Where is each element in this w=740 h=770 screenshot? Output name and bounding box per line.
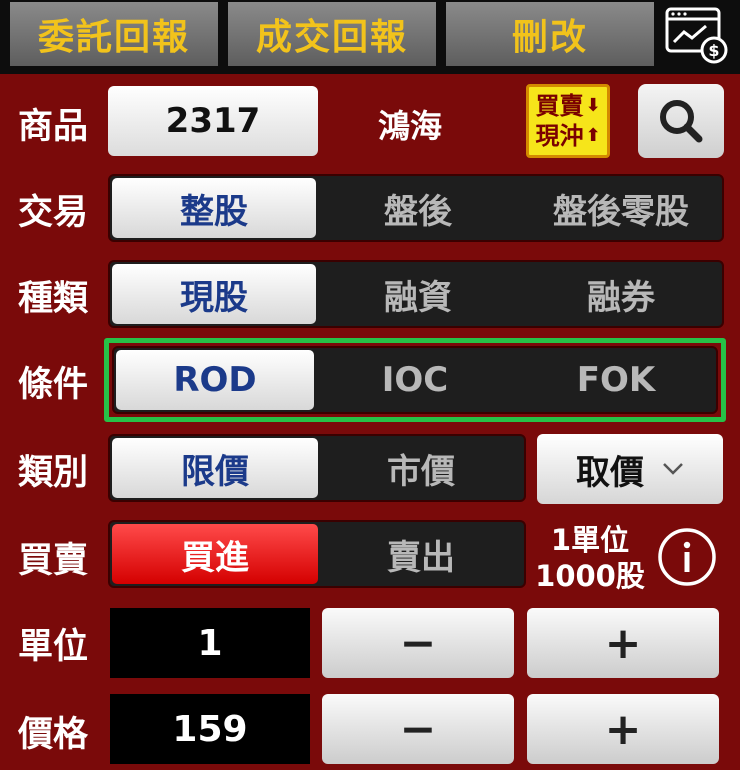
product-code-input[interactable]: 2317 bbox=[108, 86, 318, 156]
tab-fill-report[interactable]: 成交回報 bbox=[228, 2, 436, 66]
trade-option-after-hours[interactable]: 盤後 bbox=[318, 178, 518, 238]
price-input[interactable]: 159 bbox=[110, 694, 310, 764]
category-option-market[interactable]: 市價 bbox=[320, 438, 522, 498]
info-icon bbox=[658, 528, 716, 586]
condition-option-ioc[interactable]: IOC bbox=[316, 350, 514, 410]
unit-info: 1單位 1000股 bbox=[526, 520, 654, 596]
condition-option-rod[interactable]: ROD bbox=[116, 350, 314, 410]
label-unit: 單位 bbox=[18, 626, 89, 667]
info-button[interactable] bbox=[656, 526, 718, 588]
side-option-buy[interactable]: 買進 bbox=[112, 524, 318, 584]
day-trade-line2: 現沖 bbox=[535, 122, 584, 150]
label-kind: 種類 bbox=[18, 278, 89, 319]
day-trade-line1: 買賣 bbox=[535, 92, 584, 120]
label-condition: 條件 bbox=[18, 364, 89, 405]
kind-option-cash[interactable]: 現股 bbox=[112, 264, 316, 324]
tab-modify-cancel[interactable]: 刪改 bbox=[446, 2, 654, 66]
price-decrease-button[interactable]: − bbox=[322, 694, 514, 764]
kind-option-short[interactable]: 融券 bbox=[520, 264, 722, 324]
category-option-limit[interactable]: 限價 bbox=[112, 438, 318, 498]
svg-text:$: $ bbox=[708, 41, 719, 60]
quantity-decrease-button[interactable]: − bbox=[322, 608, 514, 678]
label-trade: 交易 bbox=[18, 192, 89, 233]
condition-segment: ROD IOC FOK bbox=[112, 346, 718, 414]
trade-option-board-lot[interactable]: 整股 bbox=[112, 178, 316, 238]
chevron-down-icon bbox=[663, 463, 683, 475]
search-button[interactable] bbox=[638, 84, 724, 158]
kind-option-margin[interactable]: 融資 bbox=[318, 264, 518, 324]
label-side: 買賣 bbox=[18, 540, 89, 581]
unit-info-line1: 1單位 bbox=[550, 523, 630, 557]
kind-segment: 現股 融資 融券 bbox=[108, 260, 724, 328]
quantity-input[interactable]: 1 bbox=[110, 608, 310, 678]
arrow-down-icon: ⬇ bbox=[585, 95, 601, 116]
label-product: 商品 bbox=[18, 106, 89, 147]
unit-info-line2: 1000股 bbox=[535, 559, 645, 593]
side-segment: 買進 賣出 bbox=[108, 520, 526, 588]
top-bar: 委託回報 成交回報 刪改 $ bbox=[0, 0, 740, 74]
trade-segment: 整股 盤後 盤後零股 bbox=[108, 174, 724, 242]
arrow-up-icon: ⬆ bbox=[585, 125, 601, 146]
side-option-sell[interactable]: 賣出 bbox=[320, 524, 522, 584]
label-category: 類別 bbox=[18, 452, 89, 493]
price-source-label: 取價 bbox=[576, 452, 644, 493]
label-price: 價格 bbox=[18, 714, 89, 755]
trade-chart-icon[interactable]: $ bbox=[664, 6, 730, 64]
category-segment: 限價 市價 bbox=[108, 434, 526, 502]
condition-option-fok[interactable]: FOK bbox=[518, 350, 714, 410]
trade-option-after-hours-odd[interactable]: 盤後零股 bbox=[520, 178, 722, 238]
product-name: 鴻海 bbox=[377, 107, 442, 145]
price-increase-button[interactable]: + bbox=[527, 694, 719, 764]
search-icon bbox=[660, 100, 703, 143]
day-trade-button[interactable]: 買賣 ⬇ 現沖 ⬆ bbox=[526, 84, 610, 158]
price-source-dropdown[interactable]: 取價 bbox=[537, 434, 723, 504]
tab-order-report[interactable]: 委託回報 bbox=[10, 2, 218, 66]
quantity-increase-button[interactable]: + bbox=[527, 608, 719, 678]
